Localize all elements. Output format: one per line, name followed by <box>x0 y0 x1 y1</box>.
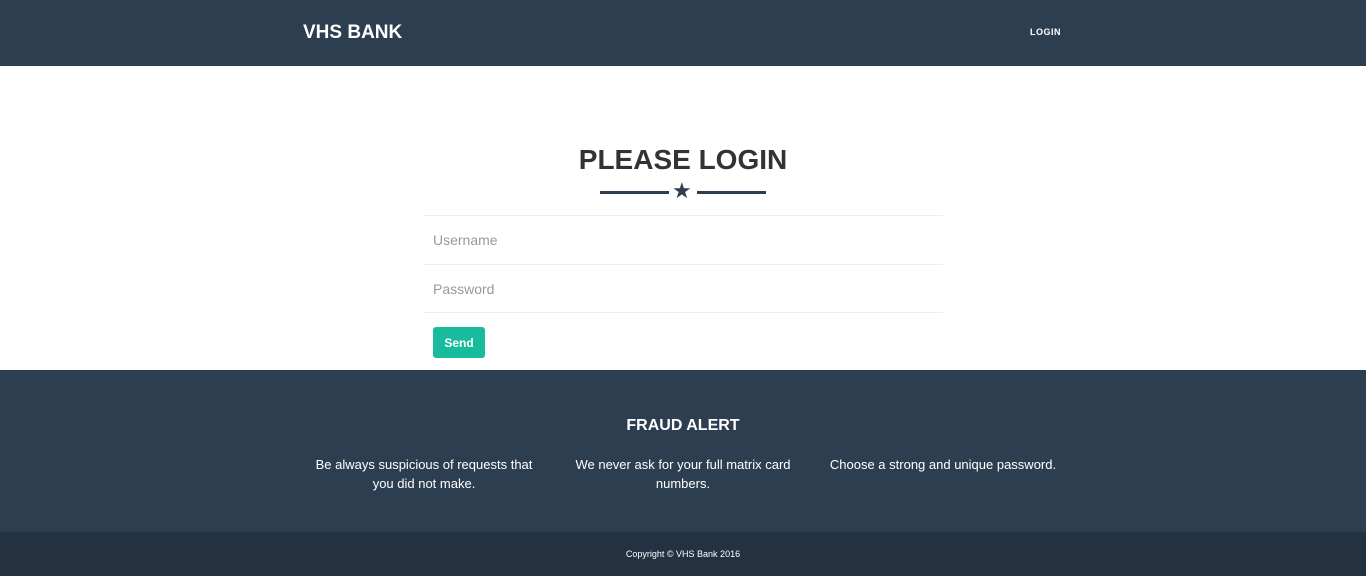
password-input[interactable] <box>423 280 943 297</box>
fraud-tip: Choose a strong and unique password. <box>829 457 1057 472</box>
password-field-group <box>423 264 943 313</box>
send-button[interactable]: Send <box>433 327 485 358</box>
navbar: VHS BANK LOGIN <box>0 0 1366 66</box>
divider-line <box>600 191 669 194</box>
login-section: PLEASE LOGIN ★ Send <box>0 66 1366 370</box>
brand-link[interactable]: VHS BANK <box>303 22 402 44</box>
star-icon: ★ <box>672 178 692 203</box>
page-title: PLEASE LOGIN <box>578 144 788 175</box>
username-input[interactable] <box>423 232 943 248</box>
fraud-alert-title: FRAUD ALERT <box>626 417 740 434</box>
star-divider: ★ <box>600 178 766 203</box>
nav-login-link[interactable]: LOGIN <box>1030 27 1061 37</box>
footer: FRAUD ALERT Be always suspicious of requ… <box>0 370 1366 532</box>
username-field-group <box>423 215 943 264</box>
copyright: Copyright © VHS Bank 2016 <box>0 532 1366 576</box>
login-form: Send <box>423 215 943 358</box>
fraud-tip: Be always suspicious of requests that yo… <box>315 457 533 491</box>
fraud-tip: We never ask for your full matrix card n… <box>575 457 791 491</box>
divider-line <box>697 191 766 194</box>
